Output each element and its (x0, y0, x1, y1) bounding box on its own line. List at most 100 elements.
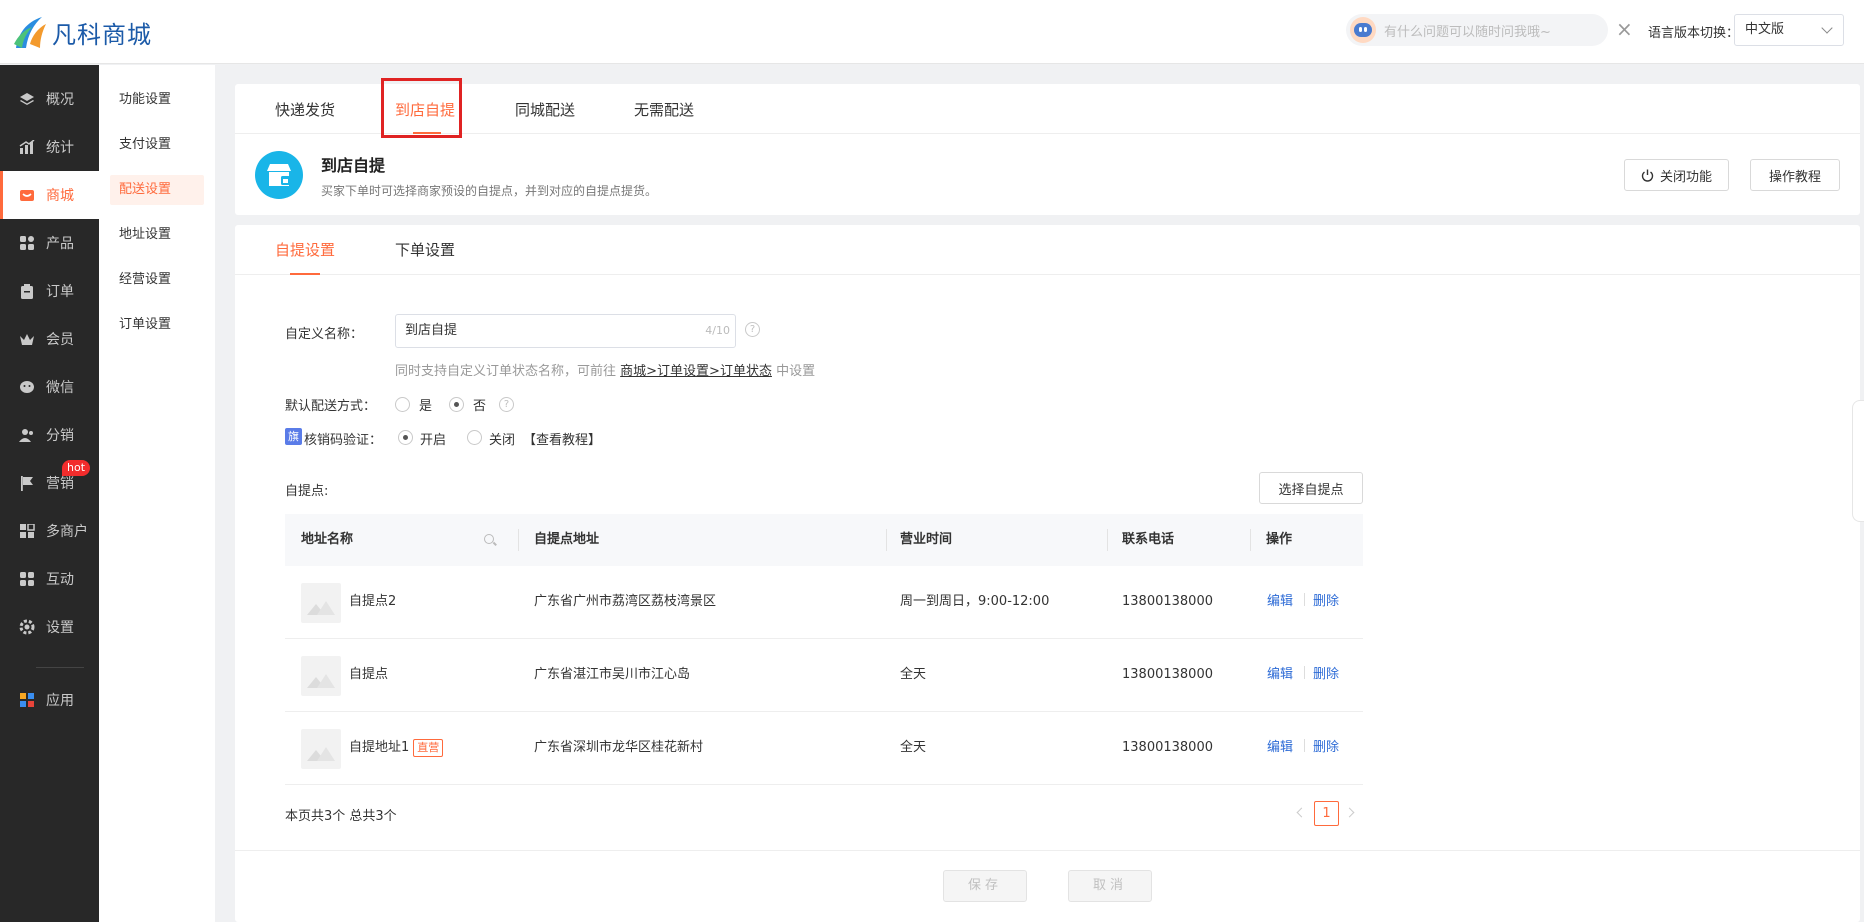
robot-icon (1350, 17, 1376, 43)
gear-icon (18, 618, 36, 636)
chevron-left-icon[interactable] (1296, 807, 1307, 818)
delete-link[interactable]: 删除 (1313, 712, 1339, 784)
help-icon[interactable]: ? (745, 322, 760, 337)
pickup-hours: 全天 (900, 740, 927, 755)
save-button[interactable]: 保存 (943, 870, 1027, 902)
name-label: 自定义名称： (285, 327, 364, 342)
sidebar-item-distribution[interactable]: 分销 (0, 411, 99, 459)
flagship-badge: 旗 (285, 428, 302, 445)
cancel-button[interactable]: 取消 (1068, 870, 1152, 902)
verify-off-label: 关闭 (489, 433, 516, 448)
sidebar-item-wechat[interactable]: 微信 (0, 363, 99, 411)
sidebar-item-overview[interactable]: 概况 (0, 75, 99, 123)
tab-order-settings[interactable]: 下单设置 (395, 225, 455, 275)
verify-code-label: 核销码验证： (304, 433, 383, 448)
submenu-item-address[interactable]: 地址设置 (110, 220, 204, 250)
col-divider (886, 529, 887, 551)
delete-link[interactable]: 删除 (1313, 566, 1339, 638)
col-actions: 操作 (1266, 532, 1293, 547)
language-select[interactable]: 中文版 (1734, 14, 1844, 46)
power-icon (1641, 169, 1654, 182)
tab-same-city[interactable]: 同城配送 (515, 84, 575, 134)
image-placeholder-icon (301, 583, 341, 623)
pickup-phone: 13800138000 (1122, 667, 1213, 682)
pickup-name: 自提地址1 直营 (349, 712, 444, 784)
order-status-link[interactable]: 商城>订单设置>订单状态 (620, 364, 772, 379)
tab-express[interactable]: 快递发货 (275, 84, 335, 134)
side-drawer-handle[interactable] (1852, 400, 1864, 522)
tab-pickup-settings[interactable]: 自提设置 (275, 225, 335, 275)
sidebar-item-label: 商城 (46, 188, 74, 204)
submenu-item-order[interactable]: 订单设置 (110, 310, 204, 340)
pagination-info: 本页共3个 总共3个 (285, 809, 397, 824)
pickup-hours: 周一到周日，9:00-12:00 (900, 594, 1050, 609)
action-divider (1304, 739, 1305, 752)
default-yes-radio[interactable] (395, 397, 410, 412)
sidebar-item-label: 互动 (46, 572, 74, 588)
sidebar-item-label: 会员 (46, 332, 74, 348)
delivery-tabs: 快递发货 到店自提 同城配送 无需配送 (235, 84, 1860, 134)
search-icon[interactable] (484, 534, 494, 544)
col-phone: 联系电话 (1122, 532, 1175, 547)
sidebar-item-interaction[interactable]: 互动 (0, 555, 99, 603)
sidebar-item-settings[interactable]: 设置 (0, 603, 99, 651)
custom-name-value: 到店自提 (405, 323, 458, 338)
sub-menu: 功能设置 支付设置 配送设置 地址设置 经营设置 订单设置 (99, 65, 215, 922)
grid-icon (18, 570, 36, 588)
delete-link[interactable]: 删除 (1313, 639, 1339, 711)
wechat-icon (18, 378, 36, 396)
action-divider (1304, 666, 1305, 679)
sidebar-item-products[interactable]: 产品 (0, 219, 99, 267)
sidebar-item-members[interactable]: 会员 (0, 315, 99, 363)
submenu-item-payment[interactable]: 支付设置 (110, 130, 204, 160)
sidebar-item-orders[interactable]: 订单 (0, 267, 99, 315)
settings-card: 自提设置 下单设置 自定义名称： 到店自提 4/10 ? 同时支持自定义订单状态… (235, 225, 1860, 922)
default-yes-label: 是 (419, 399, 433, 414)
store-pickup-icon (255, 151, 303, 199)
feature-description: 买家下单时可选择商家预设的自提点，并到对应的自提点提货。 (321, 184, 658, 198)
sidebar-divider (36, 667, 84, 668)
pickup-points-label: 自提点: (285, 484, 329, 499)
assistant-input[interactable]: 有什么问题可以随时问我哦~ (1346, 14, 1608, 46)
submenu-item-business[interactable]: 经营设置 (110, 265, 204, 295)
tab-no-delivery[interactable]: 无需配送 (634, 84, 694, 134)
col-divider (1107, 529, 1108, 551)
logo[interactable]: 凡科商城 (12, 12, 152, 52)
verify-on-radio[interactable] (398, 430, 413, 445)
edit-link[interactable]: 编辑 (1267, 566, 1293, 638)
edit-link[interactable]: 编辑 (1267, 639, 1293, 711)
verify-off-radio[interactable] (467, 430, 482, 445)
sidebar-item-store[interactable]: 商城 (0, 171, 99, 219)
close-feature-button[interactable]: 关闭功能 (1624, 159, 1729, 191)
page-number[interactable]: 1 (1314, 801, 1339, 826)
sidebar-item-label: 分销 (46, 428, 74, 444)
chevron-right-icon[interactable] (1344, 807, 1355, 818)
grid-icon (18, 234, 36, 252)
pickup-address: 广东省湛江市吴川市江心岛 (534, 667, 691, 682)
edit-link[interactable]: 编辑 (1267, 712, 1293, 784)
sidebar-item-multi-merchant[interactable]: 多商户 (0, 507, 99, 555)
pickup-address: 广东省广州市荔湾区荔枝湾景区 (534, 594, 717, 609)
sidebar-item-label: 微信 (46, 380, 74, 396)
image-placeholder-icon (301, 729, 341, 769)
tutorial-button[interactable]: 操作教程 (1750, 159, 1840, 191)
hot-badge: hot (62, 460, 91, 476)
verify-tutorial-link[interactable]: 【查看教程】 (523, 429, 601, 448)
assistant-placeholder: 有什么问题可以随时问我哦~ (1384, 24, 1551, 40)
crown-icon (18, 330, 36, 348)
shop-icon (18, 522, 36, 540)
col-divider (518, 529, 519, 551)
sidebar-item-apps[interactable]: 应用 (0, 676, 99, 724)
select-pickup-button[interactable]: 选择自提点 (1259, 472, 1363, 504)
sidebar-item-stats[interactable]: 统计 (0, 123, 99, 171)
default-no-radio[interactable] (449, 397, 464, 412)
close-icon[interactable]: × (1616, 18, 1633, 40)
help-icon[interactable]: ? (499, 397, 514, 412)
logo-icon (14, 17, 46, 48)
apps-icon (18, 691, 36, 709)
submenu-item-delivery[interactable]: 配送设置 (110, 175, 204, 205)
table-row: 自提点 广东省湛江市吴川市江心岛 全天 13800138000 编辑 删除 (285, 639, 1363, 712)
submenu-item-function[interactable]: 功能设置 (110, 85, 204, 115)
custom-name-input[interactable]: 到店自提 4/10 (395, 314, 736, 348)
sidebar-item-label: 营销 (46, 476, 74, 492)
